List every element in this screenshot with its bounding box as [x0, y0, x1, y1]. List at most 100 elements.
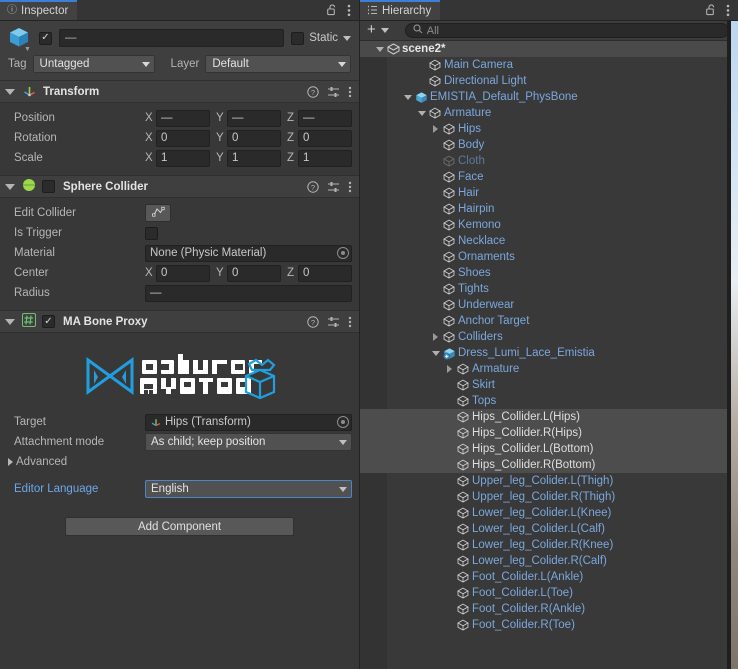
row-twisty-right-icon[interactable] [429, 125, 442, 133]
hierarchy-row[interactable]: Foot_Colider.R(Ankle) [360, 601, 738, 617]
hierarchy-row[interactable]: Anchor Target [360, 313, 738, 329]
gameobject-name-input[interactable]: — [59, 29, 285, 47]
position-y-input[interactable]: — [227, 109, 281, 127]
chevron-down-icon[interactable] [380, 28, 389, 33]
advanced-foldout[interactable]: Advanced [7, 452, 352, 472]
hierarchy-row[interactable]: Hips [360, 121, 738, 137]
hierarchy-row[interactable]: Cloth [360, 153, 738, 169]
hierarchy-row[interactable]: Upper_leg_Colider.L(Thigh) [360, 473, 738, 489]
hierarchy-row[interactable]: Armature [360, 105, 738, 121]
radius-input[interactable]: — [145, 284, 352, 302]
center-y-input[interactable]: 0 [227, 264, 281, 282]
ma-bone-proxy-header[interactable]: ✓ MA Bone Proxy ? [0, 311, 359, 333]
hierarchy-row[interactable]: Lower_leg_Colider.R(Calf) [360, 553, 738, 569]
chevron-down-icon[interactable]: ▼ [24, 46, 31, 53]
lock-open-icon[interactable] [706, 4, 717, 16]
row-twisty-down-icon[interactable] [429, 350, 442, 356]
hierarchy-row[interactable]: Hair [360, 185, 738, 201]
hierarchy-row[interactable]: Foot_Colider.L(Toe) [360, 585, 738, 601]
foldout-arrow-icon[interactable] [5, 183, 15, 190]
hierarchy-row[interactable]: Upper_leg_Colider.R(Thigh) [360, 489, 738, 505]
target-object-field[interactable]: Hips (Transform) [145, 413, 352, 431]
edit-collider-button[interactable] [145, 204, 171, 222]
row-twisty-right-icon[interactable] [443, 365, 456, 373]
hierarchy-row[interactable]: Hips_Collider.R(Bottom) [360, 457, 738, 473]
hierarchy-scene-row[interactable]: scene2* [360, 41, 738, 57]
hierarchy-row[interactable]: Lower_leg_Colider.L(Knee) [360, 505, 738, 521]
static-toggle-group[interactable]: ✓ Static [291, 31, 351, 45]
static-checkbox[interactable]: ✓ [291, 31, 305, 45]
position-x-input[interactable]: — [156, 109, 210, 127]
help-icon[interactable]: ? [307, 180, 319, 193]
material-object-field[interactable]: None (Physic Material) [145, 244, 352, 262]
hierarchy-row[interactable]: Colliders [360, 329, 738, 345]
hierarchy-row[interactable]: Shoes [360, 265, 738, 281]
hierarchy-row[interactable]: Body [360, 137, 738, 153]
is-trigger-checkbox[interactable] [145, 226, 158, 240]
attachment-mode-dropdown[interactable]: As child; keep position [145, 433, 352, 451]
tag-dropdown[interactable]: Untagged [32, 55, 155, 73]
hierarchy-row[interactable]: EMISTIA_Default_PhysBone› [360, 89, 738, 105]
row-twisty-down-icon[interactable] [415, 110, 428, 116]
foldout-arrow-icon[interactable] [5, 88, 15, 95]
rotation-z-input[interactable]: 0 [298, 129, 352, 147]
hierarchy-row[interactable]: Hips_Collider.R(Hips) [360, 425, 738, 441]
hierarchy-row[interactable]: Hairpin [360, 201, 738, 217]
editor-language-dropdown[interactable]: English [145, 480, 352, 498]
search-input[interactable]: All [404, 23, 729, 38]
tab-inspector[interactable]: ⓘ Inspector [0, 0, 78, 20]
row-twisty-right-icon[interactable] [429, 333, 442, 341]
help-icon[interactable]: ? [307, 315, 319, 328]
layer-dropdown[interactable]: Default [205, 55, 351, 73]
chevron-down-icon[interactable] [343, 35, 351, 41]
hierarchy-row[interactable]: Foot_Colider.R(Toe) [360, 617, 738, 633]
row-twisty-down-icon[interactable] [373, 46, 386, 52]
hierarchy-row[interactable]: Ornaments [360, 249, 738, 265]
sphere-collider-enabled-checkbox[interactable]: ✓ [42, 180, 55, 193]
add-component-button[interactable]: Add Component [65, 517, 294, 536]
hierarchy-row[interactable]: Foot_Colider.L(Ankle) [360, 569, 738, 585]
hierarchy-row[interactable]: Kemono [360, 217, 738, 233]
gameobject-enabled-checkbox[interactable]: ✓ [39, 31, 52, 45]
kebab-menu-icon[interactable] [347, 4, 351, 17]
hierarchy-row[interactable]: Tops [360, 393, 738, 409]
hierarchy-row[interactable]: Hips_Collider.L(Bottom) [360, 441, 738, 457]
position-z-input[interactable]: — [298, 109, 352, 127]
preset-sliders-icon[interactable] [327, 316, 340, 328]
center-x-input[interactable]: 0 [156, 264, 210, 282]
hierarchy-tree[interactable]: scene2* Main Camera Directional Light EMIST… [360, 41, 738, 669]
row-twisty-down-icon[interactable] [401, 94, 414, 100]
hierarchy-row[interactable]: Main Camera [360, 57, 738, 73]
center-z-input[interactable]: 0 [298, 264, 352, 282]
hierarchy-row[interactable]: Necklace [360, 233, 738, 249]
add-gameobject-button[interactable]: + [364, 22, 377, 39]
kebab-menu-icon[interactable] [726, 4, 730, 17]
tab-hierarchy[interactable]: Hierarchy [360, 0, 441, 20]
object-picker-icon[interactable] [337, 416, 349, 428]
sphere-collider-header[interactable]: ✓ Sphere Collider ? [0, 176, 359, 198]
help-icon[interactable]: ? [307, 85, 319, 98]
rotation-x-input[interactable]: 0 [156, 129, 210, 147]
hierarchy-row[interactable]: Armature [360, 361, 738, 377]
kebab-menu-icon[interactable] [348, 316, 352, 328]
kebab-menu-icon[interactable] [348, 86, 352, 98]
hierarchy-row[interactable]: Hips_Collider.L(Hips) [360, 409, 738, 425]
hierarchy-row[interactable]: Directional Light [360, 73, 738, 89]
transform-header[interactable]: Transform ? [0, 81, 359, 103]
ma-bone-proxy-enabled-checkbox[interactable]: ✓ [42, 315, 55, 328]
hierarchy-row[interactable]: Tights [360, 281, 738, 297]
hierarchy-row[interactable]: Lower_leg_Colider.L(Calf) [360, 521, 738, 537]
hierarchy-row[interactable]: Lower_leg_Colider.R(Knee) [360, 537, 738, 553]
kebab-menu-icon[interactable] [348, 181, 352, 193]
preset-sliders-icon[interactable] [327, 181, 340, 193]
lock-open-icon[interactable] [327, 4, 338, 16]
hierarchy-row[interactable]: Skirt [360, 377, 738, 393]
rotation-y-input[interactable]: 0 [227, 129, 281, 147]
object-picker-icon[interactable] [337, 247, 349, 259]
hierarchy-row[interactable]: Underwear [360, 297, 738, 313]
scale-z-input[interactable]: 1 [298, 149, 352, 167]
hierarchy-row[interactable]: Dress_Lumi_Lace_Emistia› [360, 345, 738, 361]
hierarchy-row[interactable]: Face [360, 169, 738, 185]
scale-y-input[interactable]: 1 [227, 149, 281, 167]
preset-sliders-icon[interactable] [327, 86, 340, 98]
